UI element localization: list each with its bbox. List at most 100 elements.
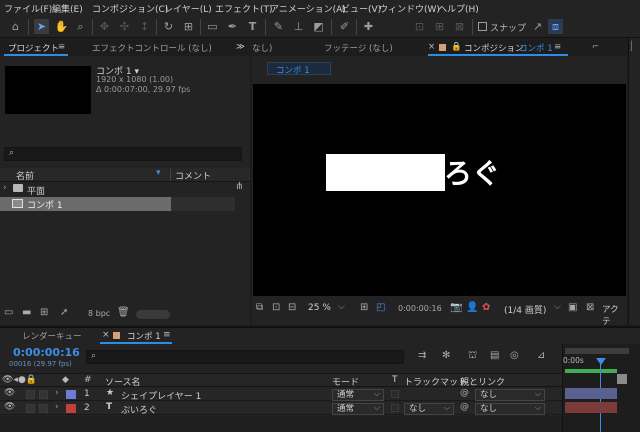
tab-previous-fragment[interactable]: なし) [252,42,272,54]
viewer-text-layer[interactable]: ろぐ [444,152,500,192]
solo-toggle[interactable] [26,390,35,399]
menu-file[interactable]: ファイル(F) [4,2,52,15]
timeline-current-time[interactable]: 0:00:00:16 [13,346,80,359]
pickwhip-icon[interactable]: @ [460,388,469,398]
local-axis-icon[interactable]: ⊡ [412,19,427,34]
tab-effect-controls[interactable]: エフェクトコントロール (なし) [92,42,212,54]
project-item-comp[interactable]: コンポ 1 [0,197,171,211]
render-queue-icon[interactable]: ➚ [60,307,68,318]
snap-features-icon[interactable]: ⧈ [548,19,563,34]
menu-effect[interactable]: エフェクト(T) [215,2,273,15]
comp-mini-flowchart-icon[interactable]: ⇉ [418,350,426,361]
menu-window[interactable]: ウィンドウ(W) [379,2,440,15]
tab-composition-name[interactable]: コンポ 1 [519,42,553,54]
time-graph[interactable]: 0:00s [562,344,640,432]
preserve-transparency-toggle[interactable] [391,390,399,398]
lock-icon[interactable]: 🔒 [451,42,462,52]
lock-toggle[interactable] [39,404,48,413]
panel-menu-icon[interactable]: ≡ [554,42,561,52]
collapsed-panel-tab[interactable]: ▏ [631,42,638,52]
frame-blending-icon[interactable]: ▤ [490,350,499,361]
parent-dropdown[interactable]: なし [475,403,545,415]
solo-toggle[interactable] [26,404,35,413]
puppet-tool-icon[interactable]: ✚ [361,19,376,34]
hand-tool-icon[interactable]: ✋ [54,19,69,34]
layer-row[interactable]: 👁 › 1 ★ シェイプレイヤー 1 通常 @ なし [0,388,562,402]
show-snapshot-icon[interactable]: 👤 [466,302,478,313]
menu-layer[interactable]: レイヤー(L) [164,2,212,15]
expand-arrow-icon[interactable]: › [55,388,59,398]
tab-render-queue[interactable]: レンダーキュー [22,330,82,342]
camera-icon[interactable]: 📷 [450,302,462,313]
column-comment[interactable]: コメント [175,169,211,182]
visibility-eye-icon[interactable]: 👁 [4,402,15,412]
eraser-tool-icon[interactable]: ◩ [311,19,326,34]
project-search-input[interactable]: ⌕ [4,147,242,161]
column-trackmatte[interactable]: トラックマット [404,375,467,388]
menu-view[interactable]: ビュー(V) [341,2,381,15]
column-name[interactable]: 名前 [16,169,34,182]
close-tab-icon[interactable]: × [428,42,435,52]
expand-arrow-icon[interactable]: › [55,402,59,412]
breadcrumb[interactable]: コンポ 1 [267,62,331,76]
resolution-dropdown[interactable]: (1/4 画質) ⌵ [502,302,564,316]
parent-dropdown[interactable]: なし [475,389,545,401]
layer-label-color[interactable] [66,404,76,413]
visibility-eye-icon[interactable]: 👁 [4,388,15,398]
zoom-dropdown[interactable]: 25 % ⌵ [304,302,346,316]
active-camera-dropdown[interactable]: アクテ [602,303,627,327]
world-axis-icon[interactable]: ⊞ [432,19,447,34]
draft-3d-icon[interactable]: ✻ [442,350,450,361]
project-item-folder[interactable]: › 平面 [0,183,235,197]
trackmatte-dropdown[interactable]: なし [404,403,454,415]
shape-layer-rectangle[interactable] [326,154,445,191]
clone-stamp-tool-icon[interactable]: ⊥ [291,19,306,34]
menu-composition[interactable]: コンポジション(C) [92,2,168,15]
layer-bar-text[interactable] [565,402,617,413]
breadcrumb-comp[interactable]: コンポ 1 [276,64,310,76]
column-t[interactable]: T [392,375,398,385]
new-composition-icon[interactable]: ⊞ [40,307,48,318]
region-of-interest-icon[interactable]: ⊟ [288,302,296,313]
selection-tool-icon[interactable]: ➤ [34,19,49,34]
bit-depth-button[interactable]: 8 bpc [88,309,110,318]
tab-timeline-comp[interactable]: コンポ 1 [127,330,161,342]
layer-mode-dropdown[interactable]: 通常 [332,403,384,415]
orbit-camera-icon[interactable]: ✥ [97,19,112,34]
composition-viewer[interactable]: ろぐ [253,84,626,296]
work-area-end-handle[interactable] [617,374,627,384]
motion-blur-icon[interactable]: ◎ [510,350,519,361]
new-folder-icon[interactable]: ▬ [22,307,31,318]
pen-tool-icon[interactable]: ✒ [225,19,240,34]
flowchart-icon[interactable]: ⋔ [235,181,243,192]
roto-brush-tool-icon[interactable]: ✐ [337,19,352,34]
toggle-transparency-icon[interactable]: ⊠ [586,302,594,313]
layer-bar-shape[interactable] [565,388,617,399]
trash-icon[interactable]: 🗑 [117,307,130,318]
layer-name[interactable]: ぷいろぐ [121,403,157,416]
lock-toggle[interactable] [39,390,48,399]
pickwhip-icon[interactable]: @ [460,402,469,412]
channel-icon[interactable]: ✿ [482,302,490,313]
timeline-search-input[interactable]: ⌕ [86,350,404,364]
expand-arrow-icon[interactable]: › [3,183,7,193]
work-area-bar[interactable] [565,348,629,354]
column-source-name[interactable]: ソース名 [105,375,141,388]
rotation-tool-icon[interactable]: ↻ [161,19,176,34]
interpret-footage-icon[interactable]: ▭ [4,307,13,318]
close-tab-icon[interactable]: × [102,330,110,340]
layer-label-color[interactable] [66,390,76,399]
zoom-tool-icon[interactable]: ⌕ [73,19,88,34]
brush-tool-icon[interactable]: ✎ [271,19,286,34]
tab-project[interactable]: プロジェクト [8,42,59,54]
current-time[interactable]: 0:00:00:16 [398,304,442,313]
column-parent[interactable]: 親とリンク [460,375,505,388]
transparency-grid-icon[interactable]: ◰ [376,302,385,313]
layer-row[interactable]: 👁 › 2 T ぷいろぐ 通常 なし @ なし [0,402,562,416]
home-icon[interactable]: ⌂ [8,19,23,34]
fit-icon[interactable]: ⊞ [360,302,368,313]
always-preview-icon[interactable]: ⧉ [256,302,263,313]
sort-arrow-icon[interactable]: ▾ [156,168,161,178]
label-column-icon[interactable]: ◆ [62,375,69,385]
shy-layers-icon[interactable]: ⛫ [468,350,477,363]
